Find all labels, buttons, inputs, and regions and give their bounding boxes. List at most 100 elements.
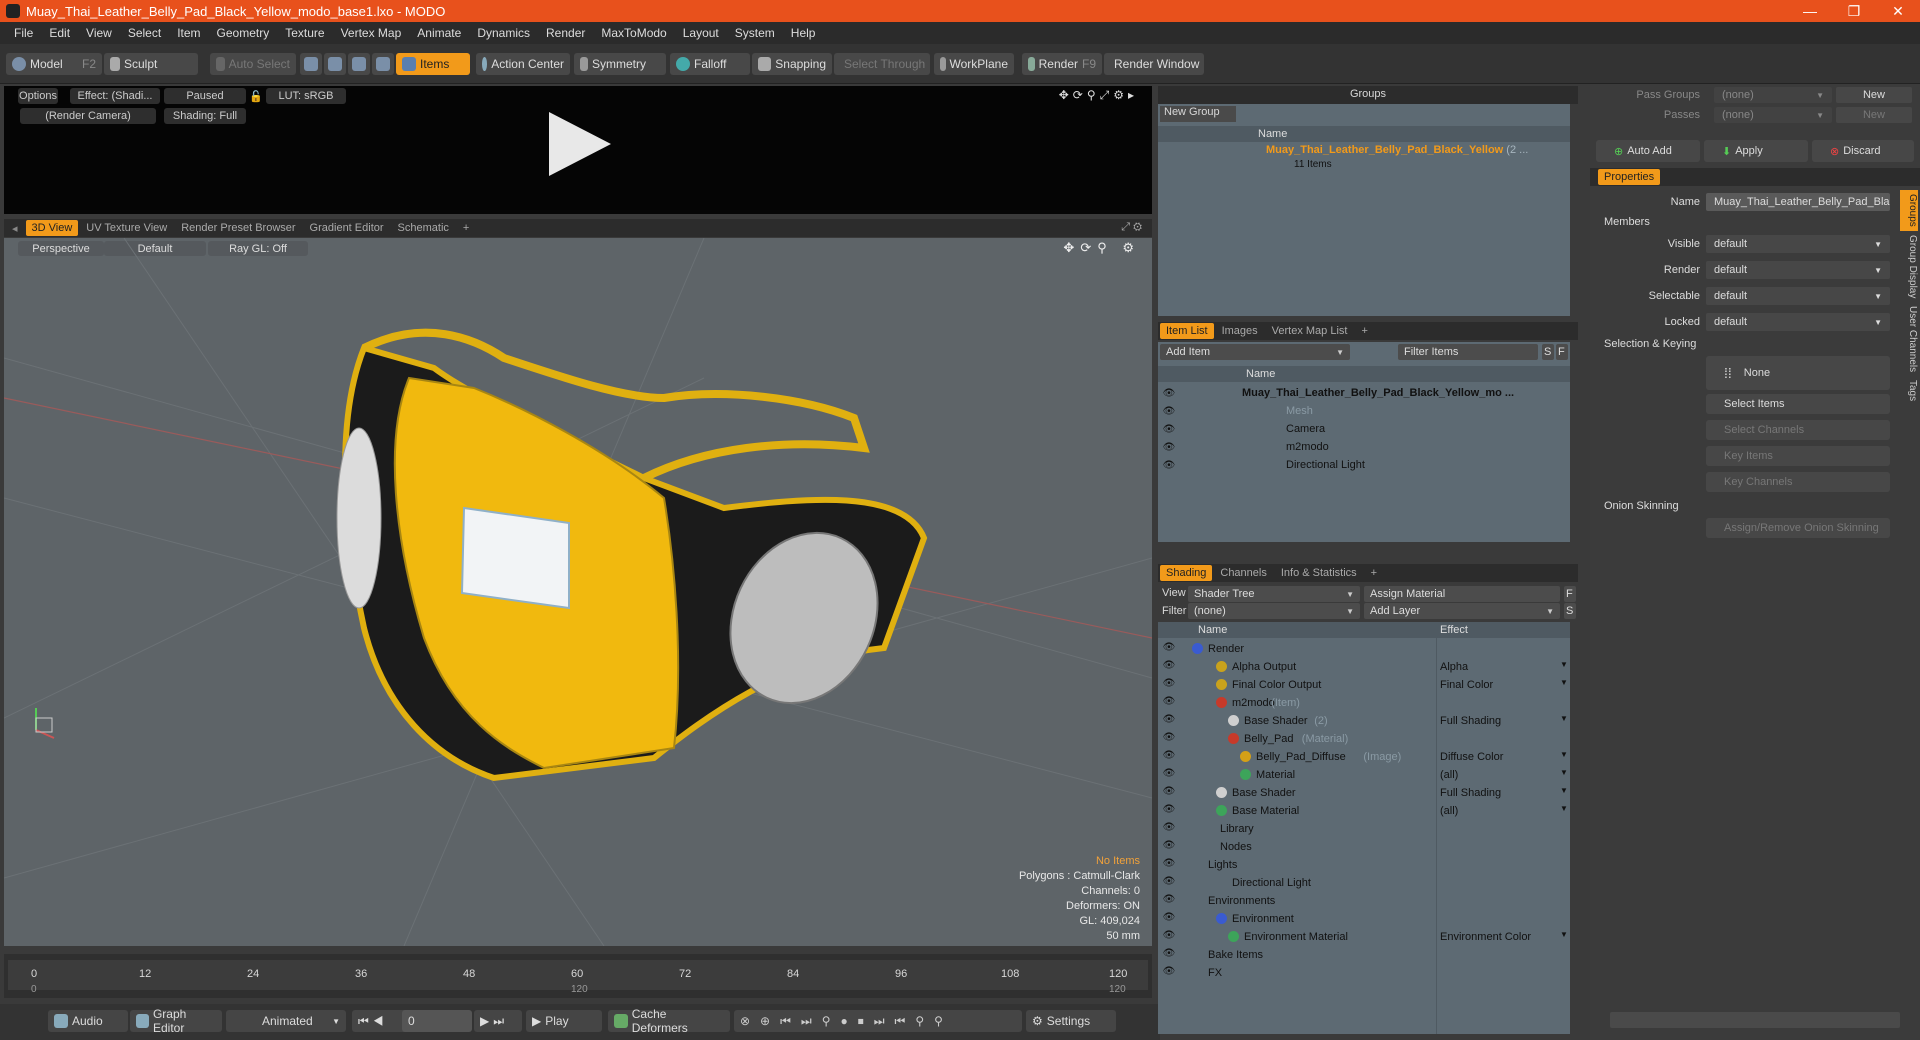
select-channels-button[interactable]: Select Channels <box>1706 420 1890 440</box>
chevron-down-icon[interactable]: ▼ <box>1560 786 1568 795</box>
vtab-user-channels[interactable]: User Channels <box>1900 302 1918 376</box>
tab-gradient-editor[interactable]: Gradient Editor <box>304 220 390 236</box>
eye-icon[interactable]: 👁 <box>1162 876 1176 887</box>
menu-geometry[interactable]: Geometry <box>209 26 278 40</box>
eye-icon[interactable]: 👁 <box>1162 424 1176 435</box>
menu-system[interactable]: System <box>727 26 783 40</box>
transport-back-buttons[interactable]: ⏮◀ <box>352 1010 408 1032</box>
passes-dropdown[interactable]: (none) ▼ <box>1714 107 1832 123</box>
shader-tree-row[interactable]: 👁 Environments <box>1158 892 1570 910</box>
menu-item[interactable]: Item <box>169 26 208 40</box>
none-button[interactable]: ⁞⁞ None <box>1706 356 1890 390</box>
layer-effect[interactable]: Environment Color <box>1440 931 1531 943</box>
lut-dropdown[interactable]: LUT: sRGB <box>266 88 346 104</box>
menu-layout[interactable]: Layout <box>675 26 727 40</box>
shader-tree-row[interactable]: 👁 Base Shader Full Shading ▼ <box>1158 784 1570 802</box>
eye-icon[interactable]: 👁 <box>1162 822 1176 833</box>
filter-items-field[interactable]: Filter Items <box>1398 344 1538 360</box>
layer-effect[interactable]: Full Shading <box>1440 715 1501 727</box>
vtab-group-display[interactable]: Group Display <box>1900 231 1918 302</box>
preview-paused-button[interactable]: Paused <box>164 88 246 104</box>
workplane-button[interactable]: WorkPlane <box>934 53 1014 75</box>
snapping-button[interactable]: Snapping <box>752 53 832 75</box>
eye-icon[interactable]: 👁 <box>1162 786 1176 797</box>
eye-icon[interactable]: 👁 <box>1162 696 1176 707</box>
tab-images[interactable]: Images <box>1216 323 1264 339</box>
preview-nav-icons[interactable]: ✥⟳⚲⤢⚙▸ <box>1059 88 1138 103</box>
shader-tree-row[interactable]: 👁 Alpha Output Alpha ▼ <box>1158 658 1570 676</box>
discard-button[interactable]: ⊗ Discard <box>1812 140 1914 162</box>
auto-add-button[interactable]: ⊕ Auto Add <box>1596 140 1700 162</box>
eye-icon[interactable]: 👁 <box>1162 714 1176 725</box>
close-button[interactable]: ✕ <box>1876 3 1920 20</box>
shader-tree-row[interactable]: 👁 Lights <box>1158 856 1570 874</box>
eye-icon[interactable]: 👁 <box>1162 894 1176 905</box>
shader-tree-row[interactable]: 👁 Base Shader (2) Full Shading ▼ <box>1158 712 1570 730</box>
s-toggle[interactable]: S <box>1564 603 1576 619</box>
selection-keying-section[interactable]: Selection & Keying <box>1604 338 1696 350</box>
3d-viewport[interactable]: Perspective Default Ray GL: Off ✥⟳⚲ ⚙ No… <box>4 238 1152 946</box>
chevron-down-icon[interactable]: ▼ <box>1560 804 1568 813</box>
menu-vertex-map[interactable]: Vertex Map <box>333 26 410 40</box>
shader-tree-row[interactable]: 👁 m2modo (Item) <box>1158 694 1570 712</box>
settings-button[interactable]: ⚙ Settings <box>1026 1010 1116 1032</box>
render-window-button[interactable]: Render Window <box>1104 53 1204 75</box>
eye-icon[interactable]: 👁 <box>1162 858 1176 869</box>
chevron-down-icon[interactable]: ▼ <box>1560 678 1568 687</box>
tab-3d-view[interactable]: 3D View <box>25 220 79 236</box>
menu-texture[interactable]: Texture <box>277 26 332 40</box>
shader-tree-row[interactable]: 👁 Material (all) ▼ <box>1158 766 1570 784</box>
key-channels-button[interactable]: Key Channels <box>1706 472 1890 492</box>
assign-material-button[interactable]: Assign Material <box>1364 586 1560 602</box>
shader-tree-row[interactable]: 👁 Belly_Pad_Diffuse (Image) Diffuse Color ▼ <box>1158 748 1570 766</box>
tab-channels[interactable]: Channels <box>1214 565 1272 581</box>
shader-tree-row[interactable]: 👁 Bake Items <box>1158 946 1570 964</box>
tab-item-list[interactable]: Item List <box>1160 323 1214 339</box>
eye-icon[interactable]: 👁 <box>1162 840 1176 851</box>
new-pass-button[interactable]: New <box>1836 107 1912 123</box>
layer-effect[interactable]: Alpha <box>1440 661 1468 673</box>
layer-effect[interactable]: (all) <box>1440 769 1458 781</box>
shader-tree-row[interactable]: 👁 Directional Light <box>1158 874 1570 892</box>
chevron-down-icon[interactable]: ▼ <box>1560 768 1568 777</box>
frame-field[interactable]: 0 <box>402 1010 472 1032</box>
add-tab-button[interactable]: + <box>1355 323 1373 339</box>
layer-effect[interactable]: Full Shading <box>1440 787 1501 799</box>
animated-dropdown[interactable]: Animated ▼ <box>226 1010 346 1032</box>
model-mode-button[interactable]: Model F2 <box>6 53 102 75</box>
eye-icon[interactable]: 👁 <box>1162 804 1176 815</box>
members-section[interactable]: Members <box>1604 216 1650 228</box>
chevron-down-icon[interactable]: ▼ <box>1560 930 1568 939</box>
menu-dynamics[interactable]: Dynamics <box>469 26 538 40</box>
menu-maxtomodo[interactable]: MaxToModo <box>593 26 674 40</box>
eye-icon[interactable]: 👁 <box>1162 660 1176 671</box>
command-input[interactable] <box>1610 1012 1900 1028</box>
eye-icon[interactable]: 👁 <box>1162 388 1176 399</box>
render-camera-dropdown[interactable]: (Render Camera) <box>20 108 156 124</box>
tab-shading[interactable]: Shading <box>1160 565 1213 581</box>
eye-icon[interactable]: 👁 <box>1162 642 1176 653</box>
eye-icon[interactable]: 👁 <box>1162 442 1176 453</box>
shader-tree-row[interactable]: 👁 Base Material (all) ▼ <box>1158 802 1570 820</box>
list-item[interactable]: 👁 m2modo <box>1158 438 1570 456</box>
select-items-button[interactable]: Select Items <box>1706 394 1890 414</box>
symmetry-button[interactable]: Symmetry <box>574 53 666 75</box>
tab-uv-texture-view[interactable]: UV Texture View <box>80 220 173 236</box>
menu-file[interactable]: File <box>6 26 41 40</box>
shading-dropdown[interactable]: Shading: Full <box>164 108 246 124</box>
key-items-button[interactable]: Key Items <box>1706 446 1890 466</box>
visible-dropdown[interactable]: default ▼ <box>1706 235 1890 253</box>
shader-tree-row[interactable]: 👁 Library <box>1158 820 1570 838</box>
falloff-button[interactable]: Falloff <box>670 53 750 75</box>
selectable-dropdown[interactable]: default ▼ <box>1706 287 1890 305</box>
tab-properties[interactable]: Properties <box>1598 169 1661 185</box>
panel-menu-icon[interactable]: ◂ <box>6 220 24 236</box>
chevron-down-icon[interactable]: ▼ <box>1560 660 1568 669</box>
materials-mode-button[interactable] <box>372 53 394 75</box>
menu-edit[interactable]: Edit <box>41 26 78 40</box>
preview-effect-dropdown[interactable]: Effect: (Shadi... <box>70 88 160 104</box>
items-mode-button[interactable]: Items <box>396 53 470 75</box>
transport-forward-buttons[interactable]: ▶⏭ <box>474 1010 522 1032</box>
eye-icon[interactable]: 👁 <box>1162 912 1176 923</box>
layer-effect[interactable]: Final Color <box>1440 679 1493 691</box>
